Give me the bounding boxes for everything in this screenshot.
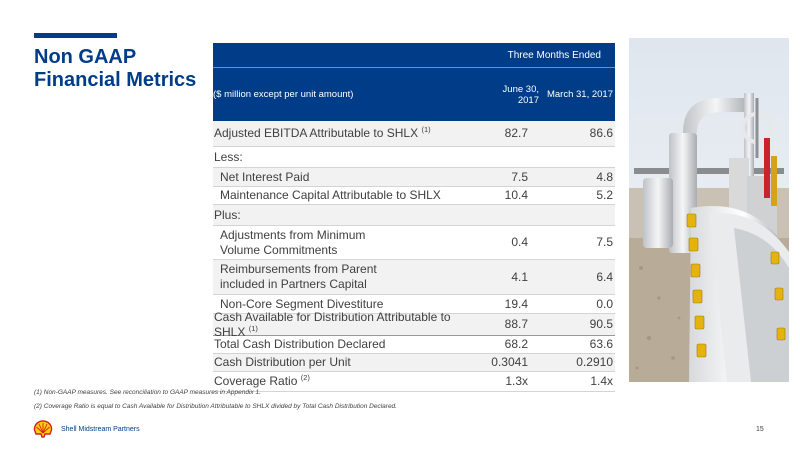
row-footnote-ref: (1) — [248, 323, 258, 333]
row-value-march: 6.4 — [596, 269, 613, 284]
slide-title: Non GAAP Financial Metrics — [34, 46, 197, 91]
row-value-june: 82.7 — [504, 126, 528, 140]
row-label: Net Interest Paid — [220, 169, 310, 184]
table-row: Plus: — [213, 205, 615, 226]
table-row: Reimbursements from Parent included in P… — [213, 260, 615, 295]
table-row: Cash Available for Distribution Attribut… — [213, 310, 615, 339]
footnote-1: (1) Non-GAAP measures. See reconciliatio… — [34, 389, 261, 396]
row-footnote-ref: (2) — [300, 373, 310, 382]
row-label: Plus: — [214, 207, 241, 222]
period-header-row: Three Months Ended — [213, 43, 615, 68]
row-value-june: 10.4 — [504, 188, 528, 202]
unit-note: ($ million except per unit amount) — [213, 89, 354, 100]
column-header-row: ($ million except per unit amount) June … — [213, 68, 615, 121]
column-header-june: June 30, 2017 — [502, 83, 539, 106]
table-header: Three Months Ended ($ million except per… — [213, 43, 615, 121]
row-value-june: 19.4 — [504, 296, 528, 311]
row-label: Less: — [214, 149, 243, 164]
row-value-march: 0.0 — [596, 296, 613, 311]
row-label: Coverage Ratio — [214, 374, 298, 388]
row-value-june: 1.3x — [505, 374, 528, 388]
row-value-march: 86.6 — [589, 126, 613, 140]
table-row: Total Cash Distribution Declared 68.2 63… — [213, 336, 615, 354]
row-label: Total Cash Distribution Declared — [214, 337, 386, 351]
row-value-march: 5.2 — [596, 188, 613, 202]
row-value-june: 0.3041 — [491, 355, 528, 369]
row-value-march: 90.5 — [589, 317, 613, 331]
table-row: Adjustments from Minimum Volume Commitme… — [213, 226, 615, 260]
row-value-march: 0.2910 — [576, 355, 613, 369]
row-value-march: 1.4x — [590, 374, 613, 388]
row-label: Adjusted EBITDA Attributable to SHLX — [214, 126, 419, 140]
row-value-march: 4.8 — [596, 169, 613, 184]
row-label: Maintenance Capital Attributable to SHLX — [220, 188, 441, 202]
pipeline-valve-photo — [629, 38, 789, 382]
row-value-june: 0.4 — [511, 235, 528, 249]
financial-metrics-table: Three Months Ended ($ million except per… — [213, 43, 615, 392]
column-header-march: March 31, 2017 — [546, 89, 613, 100]
table-row: Maintenance Capital Attributable to SHLX… — [213, 187, 615, 205]
page-number: 15 — [756, 426, 764, 433]
brand-name: Shell Midstream Partners — [61, 426, 140, 433]
table-row: Adjusted EBITDA Attributable to SHLX (1)… — [213, 121, 615, 147]
pipeline-valve-illustration — [629, 38, 789, 382]
shell-logo-icon — [33, 420, 53, 438]
table-row: Coverage Ratio (2) 1.3x 1.4x — [213, 372, 615, 392]
row-footnote-ref: (1) — [421, 125, 431, 134]
table-row: Net Interest Paid 7.5 4.8 — [213, 168, 615, 187]
title-accent-bar — [34, 33, 117, 38]
row-value-june: 4.1 — [511, 269, 528, 284]
row-label: Adjustments from Minimum Volume Commitme… — [220, 227, 366, 257]
footnote-2: (2) Coverage Ratio is equal to Cash Avai… — [34, 403, 397, 410]
period-header: Three Months Ended — [507, 49, 601, 61]
row-value-march: 7.5 — [596, 235, 613, 249]
row-value-march: 63.6 — [589, 337, 613, 351]
table-row: Less: — [213, 147, 615, 168]
row-value-june: 88.7 — [504, 317, 528, 331]
row-value-june: 7.5 — [511, 169, 528, 184]
row-label: Cash Distribution per Unit — [214, 355, 351, 369]
table-row: Cash Distribution per Unit 0.3041 0.2910 — [213, 354, 615, 372]
row-value-june: 68.2 — [504, 337, 528, 351]
row-label: Reimbursements from Parent included in P… — [220, 262, 377, 291]
